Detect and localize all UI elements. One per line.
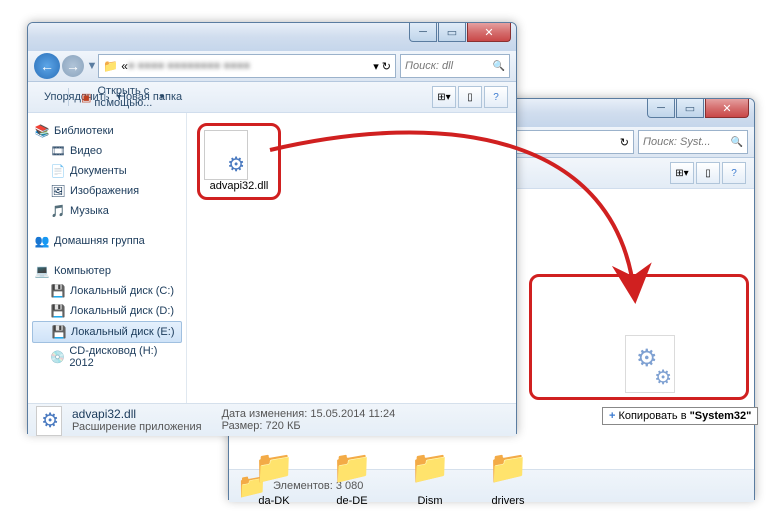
nav-back-button[interactable]: ← (34, 53, 60, 79)
disk-icon: 💾 (51, 324, 67, 340)
toolbar: Упорядочить ▣Открыть с помощью... Новая … (28, 82, 516, 113)
documents-icon: 📄 (50, 163, 66, 179)
maximize-button[interactable]: ▭ (676, 99, 704, 118)
sidebar-disk-d[interactable]: 💾Локальный диск (D:) (32, 301, 182, 321)
close-button[interactable]: ✕ (467, 23, 511, 42)
status-filename: advapi32.dll (72, 407, 202, 421)
cd-icon: 💿 (50, 349, 65, 365)
drag-ghost-icon: ⚙ (625, 335, 675, 393)
folder-item[interactable]: 📁de-DE (317, 443, 387, 508)
file-list[interactable]: advapi32.dll (187, 113, 516, 403)
explorer-window-source[interactable]: ─ ▭ ✕ ← → ▼ 📁 «■ ■■■■ ■■■■■■■■ ■■■■▾ ↻ П… (27, 22, 517, 434)
nav-history-dropdown[interactable]: ▼ (86, 60, 98, 72)
view-button[interactable]: ⊞▾ (432, 86, 456, 108)
sidebar-disk-e[interactable]: 💾Локальный диск (E:) (32, 321, 182, 343)
status-filetype: Расширение приложения (72, 421, 202, 433)
titlebar[interactable]: ─ ▭ ✕ (28, 23, 516, 51)
dll-icon (204, 130, 248, 180)
minimize-button[interactable]: ─ (409, 23, 437, 42)
drop-tooltip: + Копировать в "System32" (602, 407, 758, 425)
view-button[interactable]: ⊞▾ (670, 162, 694, 184)
status-bar: advapi32.dll Расширение приложения Дата … (28, 403, 516, 436)
preview-pane-button[interactable]: ▯ (458, 86, 482, 108)
open-with-button[interactable]: ▣Открыть с помощью... (73, 81, 101, 113)
folder-item[interactable]: 📁drivers (473, 443, 543, 508)
file-advapi32[interactable]: advapi32.dll (204, 130, 274, 193)
plus-icon: + (609, 410, 615, 422)
navigation-pane[interactable]: 📚Библиотеки 🎞Видео 📄Документы 🖼Изображен… (28, 113, 187, 403)
computer-icon: 💻 (34, 263, 50, 279)
minimize-button[interactable]: ─ (647, 99, 675, 118)
folder-item[interactable]: 📁Dism (395, 443, 465, 508)
images-icon: 🖼 (50, 183, 66, 199)
sidebar-libraries[interactable]: 📚Библиотеки (32, 121, 182, 141)
sidebar-images[interactable]: 🖼Изображения (32, 181, 182, 201)
close-button[interactable]: ✕ (705, 99, 749, 118)
search-input[interactable]: Поиск: Syst... (638, 130, 748, 154)
dll-icon (36, 406, 64, 434)
help-button[interactable]: ? (722, 162, 746, 184)
libraries-icon: 📚 (34, 123, 50, 139)
help-button[interactable]: ? (484, 86, 508, 108)
new-folder-button[interactable]: Новая папка (110, 87, 190, 107)
sidebar-documents[interactable]: 📄Документы (32, 161, 182, 181)
disk-icon: 💾 (50, 283, 66, 299)
sidebar-computer[interactable]: 💻Компьютер (32, 261, 182, 281)
sidebar-disk-c[interactable]: 💾Локальный диск (C:) (32, 281, 182, 301)
highlight-source-file: advapi32.dll (197, 123, 281, 200)
preview-pane-button[interactable]: ▯ (696, 162, 720, 184)
nav-forward-button[interactable]: → (62, 55, 84, 77)
sidebar-video[interactable]: 🎞Видео (32, 141, 182, 161)
homegroup-icon: 👥 (34, 233, 50, 249)
sidebar-homegroup[interactable]: 👥Домашняя группа (32, 231, 182, 251)
disk-icon: 💾 (50, 303, 66, 319)
maximize-button[interactable]: ▭ (438, 23, 466, 42)
path-input[interactable]: 📁 «■ ■■■■ ■■■■■■■■ ■■■■▾ ↻ (98, 54, 396, 78)
organize-button[interactable]: Упорядочить (36, 87, 64, 107)
sidebar-music[interactable]: 🎵Музыка (32, 201, 182, 221)
video-icon: 🎞 (50, 143, 66, 159)
folder-item[interactable]: 📁da-DK (239, 443, 309, 508)
music-icon: 🎵 (50, 203, 66, 219)
search-input[interactable]: Поиск: dll (400, 54, 510, 78)
address-bar: ← → ▼ 📁 «■ ■■■■ ■■■■■■■■ ■■■■▾ ↻ Поиск: … (28, 51, 516, 82)
sidebar-cd-h[interactable]: 💿CD-дисковод (H:) 2012 (32, 343, 182, 371)
